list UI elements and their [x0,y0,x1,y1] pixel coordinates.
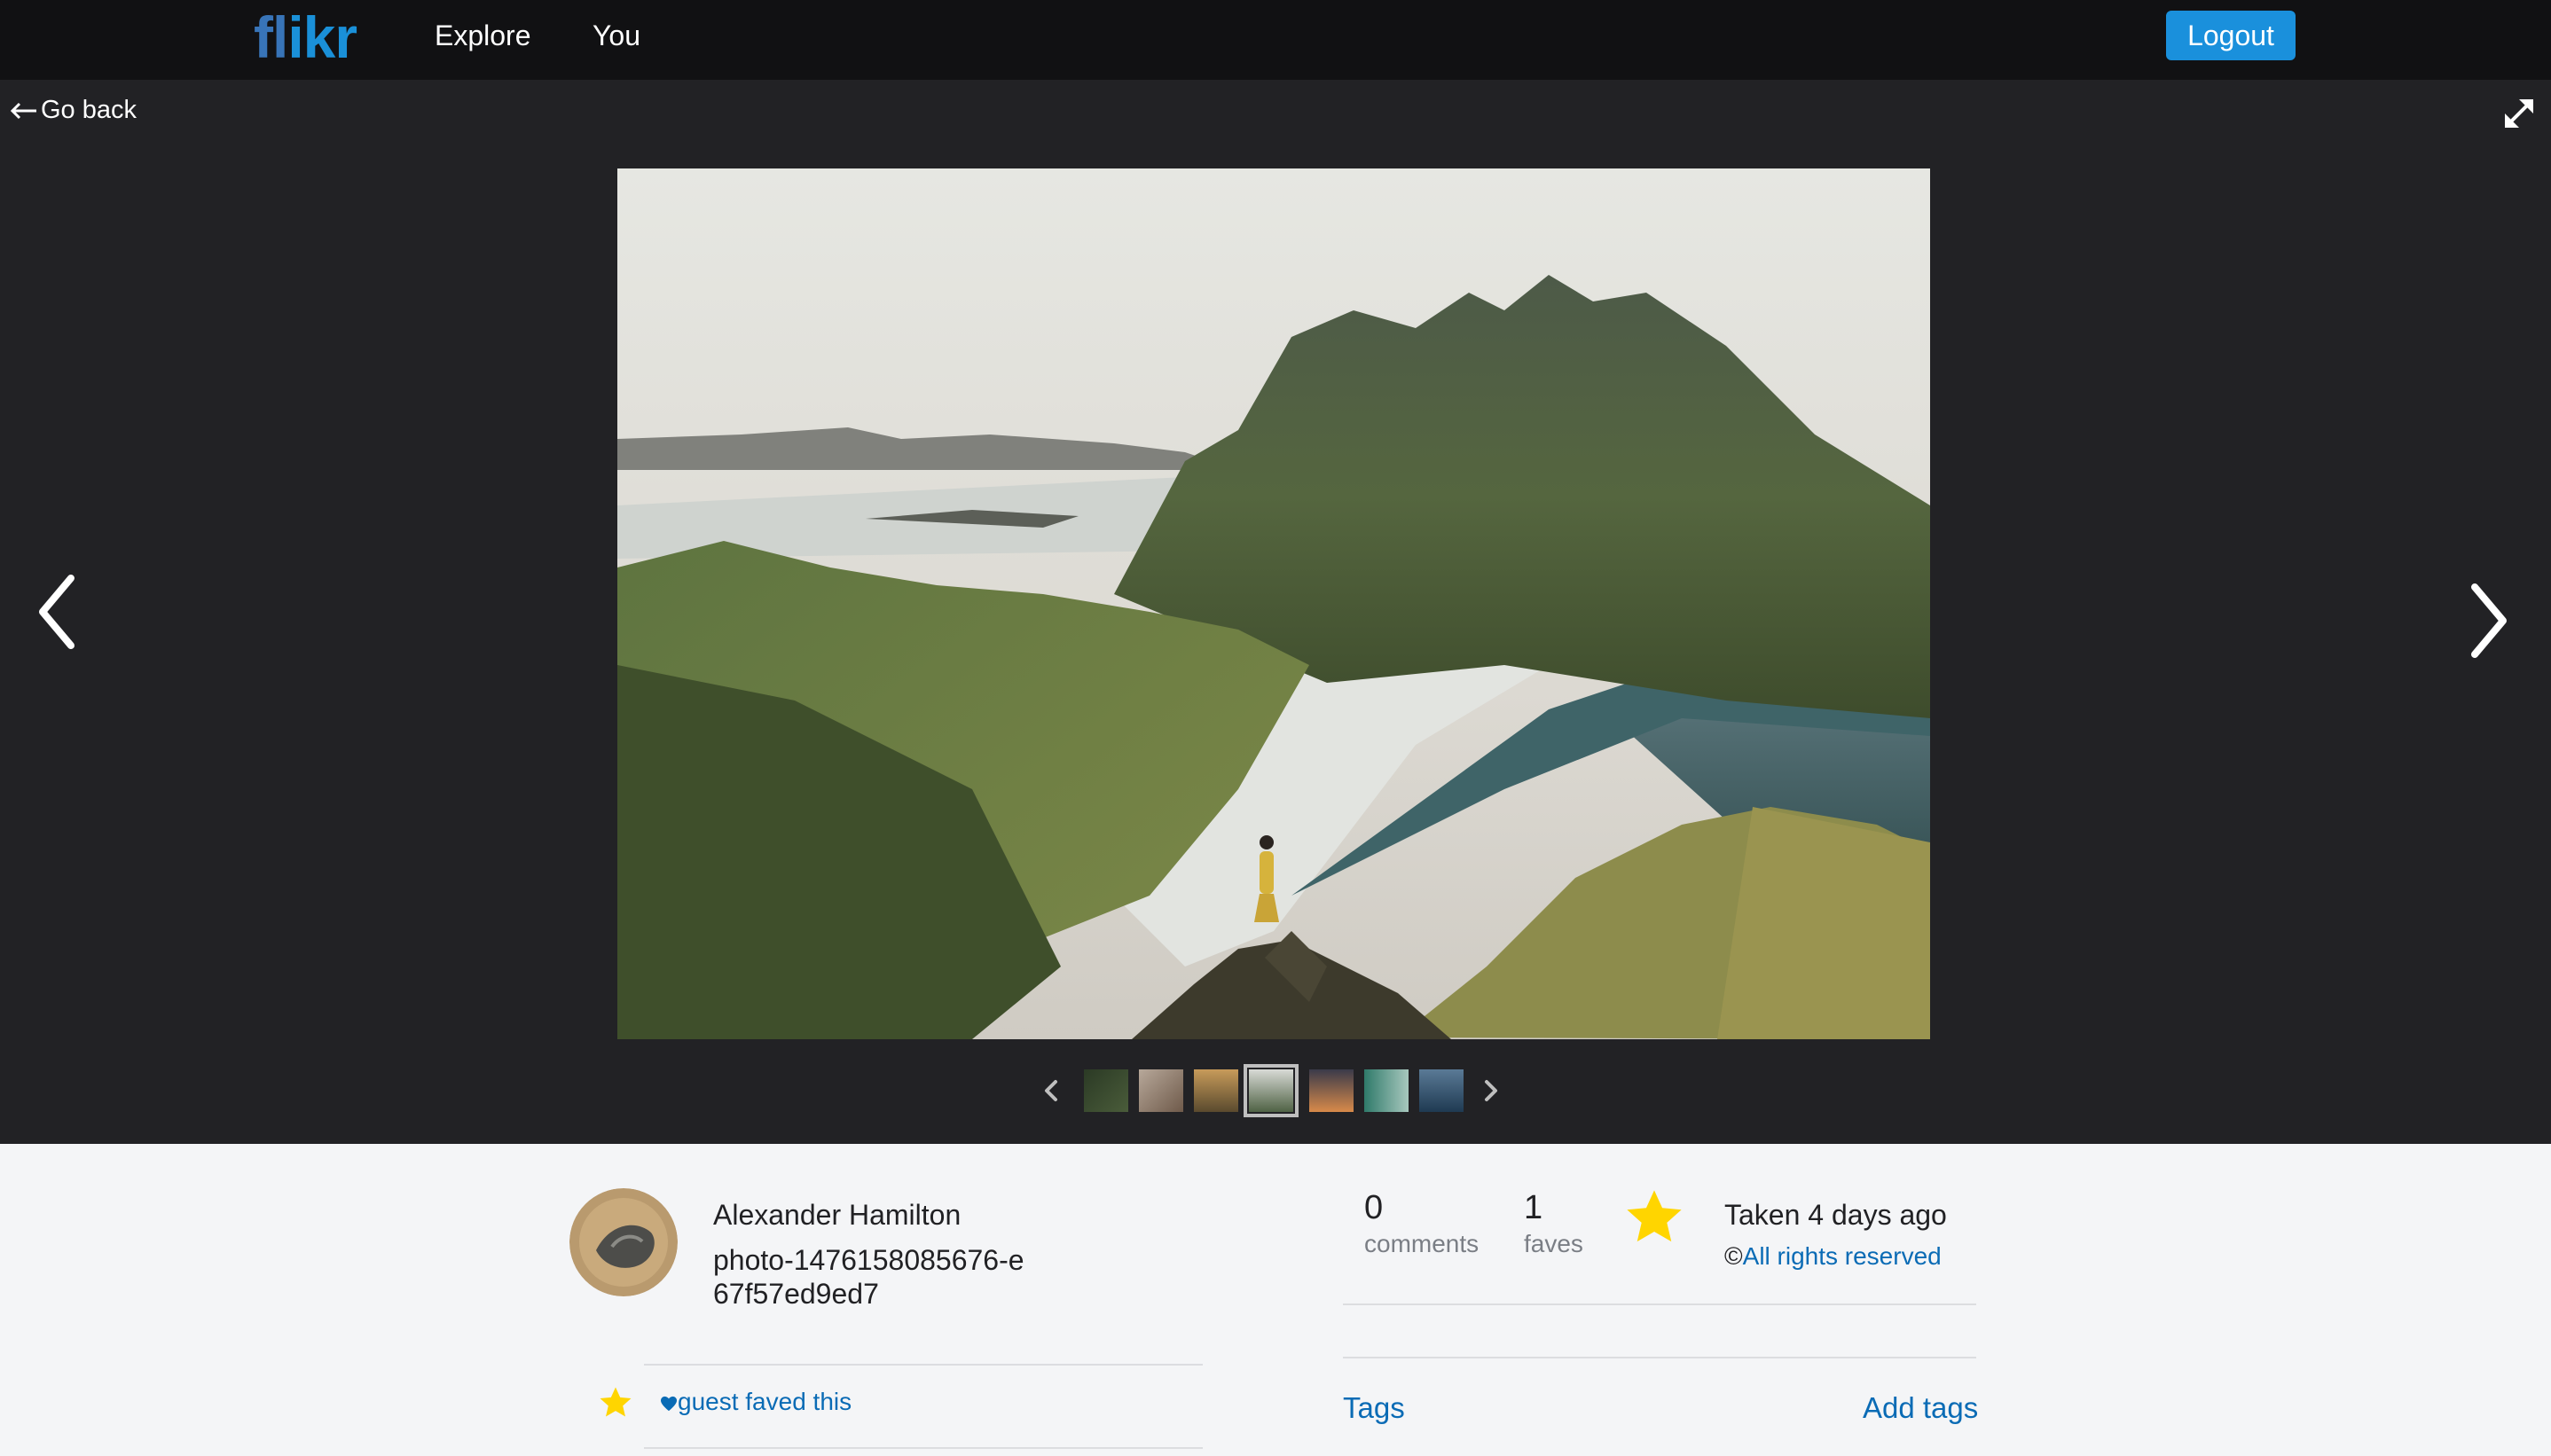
license-link[interactable]: All rights reserved [1743,1242,1942,1270]
filmstrip-next-icon[interactable] [1476,1075,1504,1107]
thumbnail-forest[interactable] [1084,1069,1128,1112]
divider-tags [1343,1357,1976,1358]
comments-count: 0 [1364,1189,1384,1226]
divider-activity-top [644,1364,1203,1366]
chevron-right-icon[interactable] [2457,576,2514,665]
comments-label: comments [1364,1230,1480,1257]
go-back-link[interactable]: Go back [10,92,137,128]
faves-label: faves [1524,1230,1583,1257]
add-tags-link[interactable]: Add tags [1863,1390,1978,1426]
main-photo [617,168,1930,1039]
license: ©All rights reserved [1724,1241,1942,1272]
divider-activity-bottom [644,1447,1203,1449]
tags-heading: Tags [1343,1391,1405,1424]
filmstrip [1038,1064,1508,1117]
thumbnail-teal[interactable] [1364,1069,1409,1112]
faved-by-text: guest faved this [678,1388,852,1415]
divider-stats [1343,1303,1976,1305]
flickr-logo[interactable]: flikr [254,2,357,73]
photo-viewer: Go back [0,80,2551,1144]
star-icon [600,1387,632,1417]
nav-explore-link[interactable]: Explore [435,18,531,53]
thumbnail-lake[interactable] [1419,1069,1464,1112]
heart-icon [661,1396,677,1411]
copyright-symbol: © [1724,1242,1743,1270]
chevron-left-icon[interactable] [32,568,89,656]
logout-button[interactable]: Logout [2166,11,2296,60]
thumbnail-mountains[interactable] [1244,1064,1299,1117]
thumbnail-room[interactable] [1139,1069,1183,1112]
nav-you-link[interactable]: You [593,18,640,53]
photo-title: photo-1476158085676-e67f57ed9ed7 [713,1244,1024,1310]
expand-icon[interactable] [2501,96,2537,131]
avatar[interactable] [569,1188,678,1296]
fave-star-icon[interactable] [1623,1186,1685,1249]
faves-count: 1 [1524,1189,1543,1226]
top-nav: flikr Explore You Logout [0,0,2551,80]
taken-date: Taken 4 days ago [1724,1199,1947,1231]
thumbnail-sunset[interactable] [1309,1069,1354,1112]
owner-name[interactable]: Alexander Hamilton [713,1197,961,1233]
faved-by-link[interactable]: guest faved this [660,1387,852,1417]
logo-text-part2: ikr [287,4,357,70]
logo-text-part1: fl [254,4,288,70]
back-arrow-icon [10,103,36,120]
thumbnail-landscape[interactable] [1194,1069,1238,1112]
filmstrip-prev-icon[interactable] [1038,1075,1066,1107]
go-back-label: Go back [41,96,137,124]
photo-info: Alexander Hamilton photo-1476158085676-e… [0,1144,2551,1456]
